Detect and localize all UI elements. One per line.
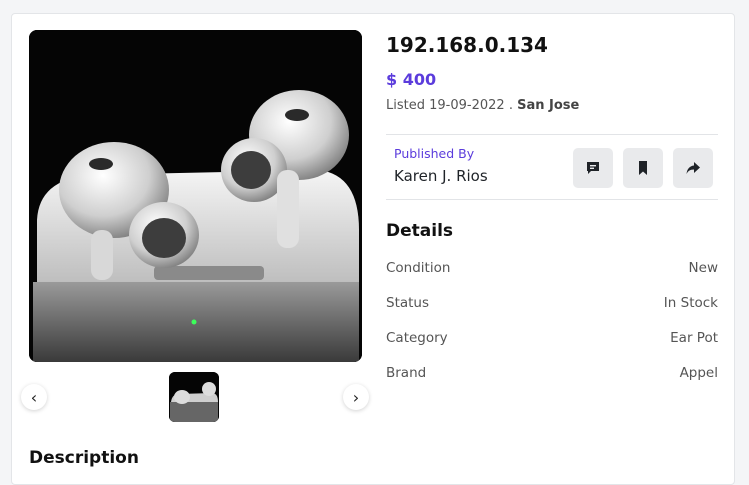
detail-row-category: Category Ear Pot: [386, 320, 718, 355]
detail-label: Category: [386, 329, 448, 346]
listed-date: 19-09-2022: [429, 98, 505, 113]
publisher-name: Karen J. Rios: [394, 167, 488, 185]
detail-value: New: [688, 259, 718, 276]
listed-location: San Jose: [517, 98, 580, 113]
detail-row-brand: Brand Appel: [386, 355, 718, 390]
gallery-thumbnail[interactable]: [169, 372, 219, 422]
detail-row-condition: Condition New: [386, 250, 718, 285]
share-icon: [686, 162, 700, 174]
detail-label: Condition: [386, 259, 451, 276]
publisher-section: Published By Karen J. Rios: [386, 135, 718, 199]
listing-meta: Listed 19-09-2022 . San Jose: [386, 97, 718, 115]
share-button[interactable]: [673, 148, 713, 188]
detail-label: Brand: [386, 364, 427, 381]
listed-separator: .: [508, 98, 513, 113]
product-price: $ 400: [386, 70, 437, 89]
detail-value: Appel: [679, 364, 718, 381]
product-info: 192.168.0.134 $ 400 Listed 19-09-2022 . …: [386, 32, 718, 390]
product-card: ‹ › 192.168.0.134 $ 400 Listed 19-09-202…: [11, 13, 735, 485]
description-heading: Description: [29, 448, 139, 468]
bookmark-icon: [639, 161, 647, 175]
divider: [386, 199, 718, 200]
action-buttons: [573, 148, 713, 188]
detail-value: In Stock: [663, 294, 718, 311]
product-main-image: [29, 30, 362, 362]
detail-value: Ear Pot: [670, 329, 718, 346]
bookmark-button[interactable]: [623, 148, 663, 188]
message-button[interactable]: [573, 148, 613, 188]
details-heading: Details: [386, 221, 454, 241]
details-list: Condition New Status In Stock Category E…: [386, 250, 718, 390]
chat-icon: [587, 162, 599, 174]
chevron-left-icon: ‹: [30, 387, 38, 407]
product-title: 192.168.0.134: [386, 33, 548, 57]
gallery-next-button[interactable]: ›: [343, 384, 369, 410]
publisher-label: Published By: [394, 146, 475, 161]
detail-label: Status: [386, 294, 430, 311]
gallery-prev-button[interactable]: ‹: [21, 384, 47, 410]
detail-row-status: Status In Stock: [386, 285, 718, 320]
listed-prefix: Listed: [386, 98, 425, 113]
chevron-right-icon: ›: [352, 387, 360, 407]
